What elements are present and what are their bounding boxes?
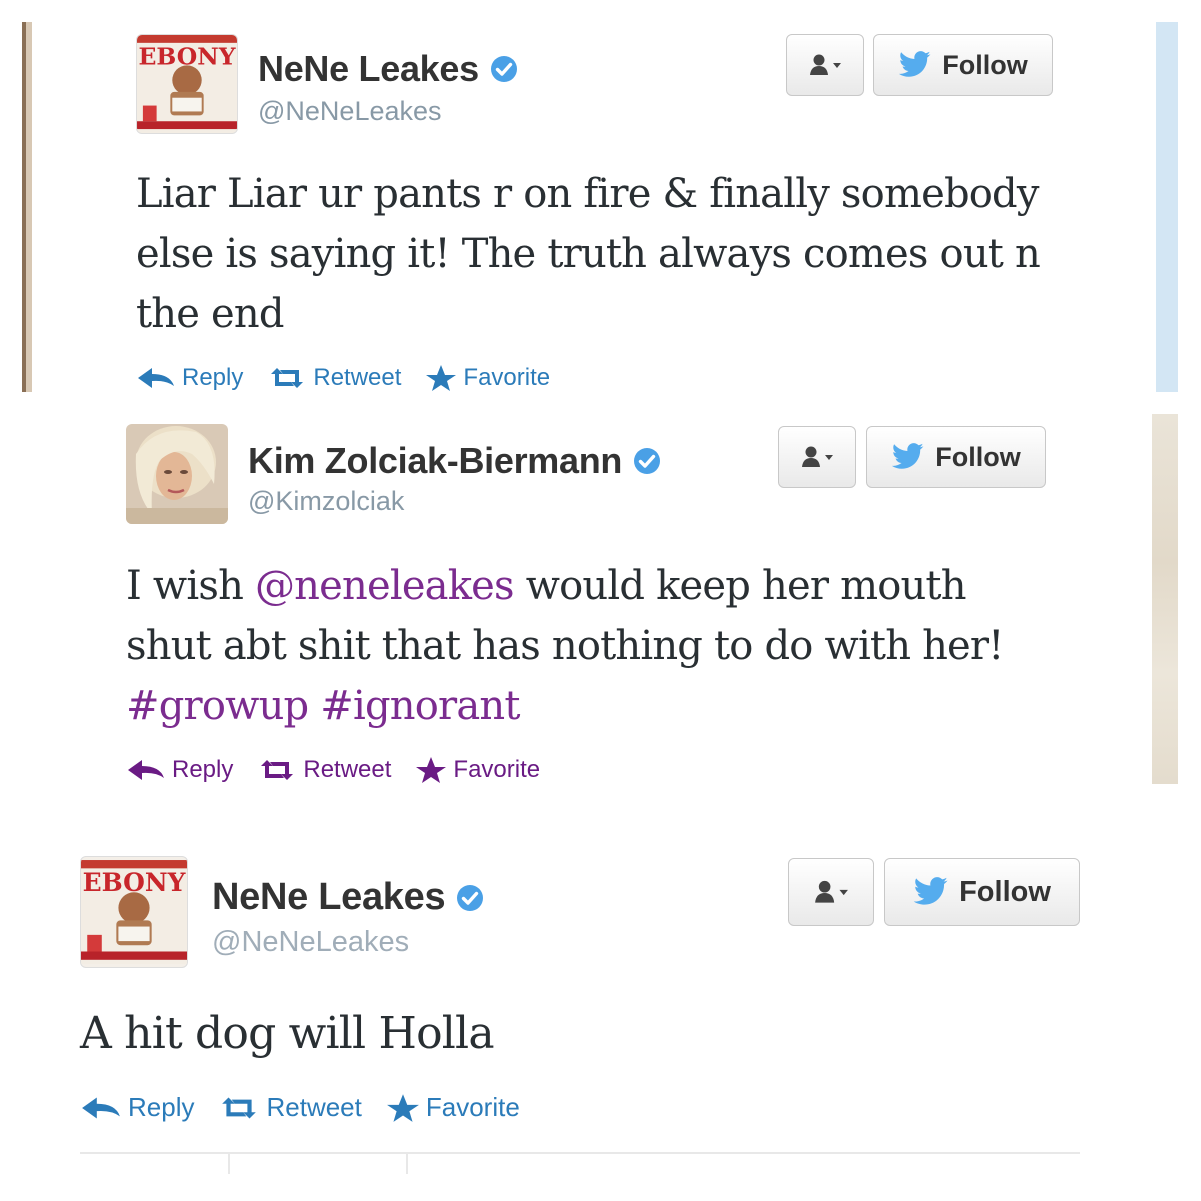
retweet-action[interactable]: Retweet bbox=[267, 364, 401, 392]
follow-button[interactable]: Follow bbox=[873, 34, 1053, 96]
retweet-icon bbox=[261, 760, 294, 780]
collage-edge-left bbox=[22, 22, 32, 392]
reply-arrow-icon bbox=[128, 760, 164, 780]
reply-arrow-icon bbox=[82, 1097, 120, 1118]
stats-separator bbox=[406, 1154, 408, 1174]
hashtag-link[interactable]: #growup bbox=[126, 683, 309, 729]
verified-badge-icon bbox=[634, 448, 661, 474]
tweet-text-space bbox=[308, 683, 320, 729]
user-actions-button[interactable] bbox=[788, 858, 874, 926]
avatar[interactable]: EBONY bbox=[136, 34, 238, 134]
user-handle[interactable]: @NeNeLeakes bbox=[212, 926, 409, 959]
retweet-label: Retweet bbox=[303, 756, 392, 783]
retweet-action[interactable]: Retweet bbox=[218, 1092, 362, 1123]
collage-edge-right-blue bbox=[1156, 22, 1178, 392]
tweet-text-body: A hit dog will Holla bbox=[80, 1008, 495, 1059]
tweet-text-prefix: I wish bbox=[126, 563, 255, 609]
ebony-cover-image: EBONY bbox=[81, 860, 187, 964]
follow-label: Follow bbox=[935, 441, 1021, 472]
stats-divider bbox=[80, 1152, 1080, 1154]
tweet-text: Liar Liar ur pants r on fire & finally s… bbox=[136, 164, 1056, 344]
retweet-icon bbox=[271, 368, 304, 388]
user-handle[interactable]: @Kimzolciak bbox=[248, 486, 404, 517]
twitter-bird-icon bbox=[899, 51, 931, 77]
reply-label: Reply bbox=[172, 756, 234, 783]
display-name[interactable]: NeNe Leakes bbox=[212, 876, 485, 919]
twitter-bird-icon bbox=[913, 877, 948, 905]
person-dropdown-icon bbox=[815, 880, 848, 903]
favorite-label: Favorite bbox=[425, 1092, 520, 1122]
verified-badge-icon bbox=[457, 884, 484, 911]
twitter-bird-icon bbox=[892, 443, 924, 469]
retweet-action[interactable]: Retweet bbox=[257, 756, 391, 784]
tweet-card: EBONY NeNe Leakes @NeNeLeakes Follow Lia… bbox=[136, 34, 1056, 394]
tweet-actions: Reply Retweet Favorite bbox=[126, 756, 540, 784]
user-handle[interactable]: @NeNeLeakes bbox=[258, 96, 442, 127]
favorite-action[interactable]: Favorite bbox=[415, 756, 540, 784]
reply-label: Reply bbox=[182, 364, 244, 391]
star-icon bbox=[416, 757, 447, 783]
star-icon bbox=[386, 1093, 419, 1122]
retweet-label: Retweet bbox=[313, 364, 402, 391]
follow-button[interactable]: Follow bbox=[884, 858, 1080, 926]
stats-separator bbox=[228, 1154, 230, 1174]
star-icon bbox=[426, 365, 457, 391]
display-name-text: NeNe Leakes bbox=[258, 48, 479, 89]
avatar[interactable] bbox=[126, 424, 228, 524]
user-actions-button[interactable] bbox=[786, 34, 864, 96]
mention-link[interactable]: @neneleakes bbox=[255, 563, 515, 609]
follow-label: Follow bbox=[942, 49, 1028, 80]
person-dropdown-icon bbox=[810, 54, 841, 75]
favorite-label: Favorite bbox=[453, 756, 541, 783]
tweet-text-body: Liar Liar ur pants r on fire & finally s… bbox=[136, 171, 1041, 337]
profile-photo-image bbox=[126, 424, 228, 524]
favorite-action[interactable]: Favorite bbox=[425, 364, 550, 392]
verified-badge-icon bbox=[490, 56, 517, 82]
tweet-text: A hit dog will Holla bbox=[80, 1004, 1080, 1064]
avatar[interactable]: EBONY bbox=[80, 856, 188, 968]
tweet-actions: Reply Retweet Favorite bbox=[136, 364, 550, 392]
user-actions-button[interactable] bbox=[778, 426, 856, 488]
reply-label: Reply bbox=[128, 1092, 195, 1122]
follow-label: Follow bbox=[959, 875, 1051, 908]
collage-edge-right-texture bbox=[1152, 414, 1178, 784]
reply-action[interactable]: Reply bbox=[80, 1092, 194, 1123]
display-name[interactable]: NeNe Leakes bbox=[258, 48, 519, 90]
person-dropdown-icon bbox=[802, 446, 833, 467]
retweet-icon bbox=[222, 1097, 257, 1118]
favorite-label: Favorite bbox=[463, 364, 551, 391]
ebony-cover-image: EBONY bbox=[137, 35, 237, 133]
tweet-actions: Reply Retweet Favorite bbox=[80, 1092, 520, 1123]
reply-action[interactable]: Reply bbox=[126, 756, 233, 784]
display-name-text: NeNe Leakes bbox=[212, 876, 446, 918]
display-name[interactable]: Kim Zolciak-Biermann bbox=[248, 440, 662, 482]
reply-action[interactable]: Reply bbox=[136, 364, 243, 392]
reply-arrow-icon bbox=[138, 368, 174, 388]
tweet-card: Kim Zolciak-Biermann @Kimzolciak Follow … bbox=[126, 424, 1050, 794]
hashtag-link[interactable]: #ignorant bbox=[320, 683, 520, 729]
retweet-label: Retweet bbox=[266, 1092, 362, 1122]
tweet-text: I wish @neneleakes would keep her mouth … bbox=[126, 556, 1050, 736]
display-name-text: Kim Zolciak-Biermann bbox=[248, 440, 623, 481]
follow-button[interactable]: Follow bbox=[866, 426, 1046, 488]
favorite-action[interactable]: Favorite bbox=[386, 1092, 520, 1123]
tweet-card: EBONY NeNe Leakes @NeNeLeakes Follow A h… bbox=[80, 856, 1080, 1174]
